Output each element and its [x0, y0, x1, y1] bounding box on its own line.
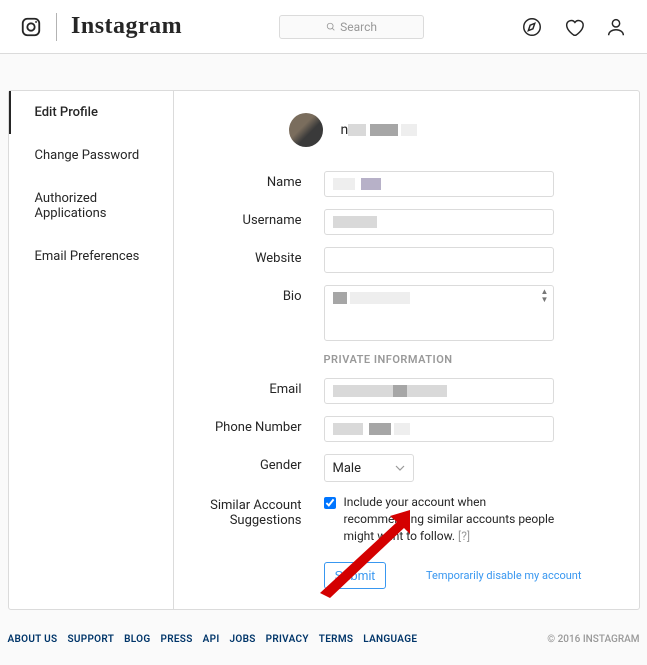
explore-icon[interactable] [521, 16, 543, 38]
phone-label: Phone Number [174, 416, 324, 435]
sidebar-item-email-prefs[interactable]: Email Preferences [9, 235, 173, 278]
website-input[interactable] [324, 247, 554, 273]
search-icon [326, 22, 336, 32]
settings-form: n Name Username Website Bio ▲▼ PRIVATE I… [174, 91, 639, 609]
profile-header: n [289, 113, 599, 147]
sidebar-item-edit-profile[interactable]: Edit Profile [9, 91, 173, 134]
search-wrap: Search [182, 15, 521, 39]
copyright: © 2016 INSTAGRAM [547, 634, 639, 645]
gender-label: Gender [174, 454, 324, 473]
name-prefix: n [341, 122, 349, 138]
footer-link[interactable]: ABOUT US [8, 634, 58, 645]
sidebar-item-change-password[interactable]: Change Password [9, 134, 173, 177]
footer-link[interactable]: LANGUAGE [363, 634, 417, 645]
phone-input[interactable] [324, 416, 554, 442]
logo-block: Instagram [20, 13, 182, 41]
footer: ABOUT US SUPPORT BLOG PRESS API JOBS PRI… [8, 634, 640, 645]
instagram-glyph-icon[interactable] [20, 16, 42, 38]
footer-link[interactable]: PRESS [161, 634, 193, 645]
profile-display-name: n [341, 122, 418, 138]
footer-link[interactable]: JOBS [230, 634, 256, 645]
footer-link[interactable]: BLOG [124, 634, 150, 645]
name-label: Name [174, 171, 324, 190]
profile-icon[interactable] [605, 16, 627, 38]
footer-link[interactable]: TERMS [319, 634, 354, 645]
gender-select[interactable]: Male [324, 454, 414, 482]
similar-accounts-text: Include your account when recommending s… [344, 494, 564, 544]
gender-value: Male [333, 461, 361, 476]
activity-heart-icon[interactable] [563, 16, 585, 38]
bio-textarea[interactable]: ▲▼ [324, 285, 554, 341]
footer-link[interactable]: API [203, 634, 220, 645]
username-label: Username [174, 209, 324, 228]
avatar[interactable] [289, 113, 323, 147]
name-input[interactable] [324, 171, 554, 197]
username-input[interactable] [324, 209, 554, 235]
similar-accounts-checkbox[interactable] [324, 497, 336, 509]
bio-label: Bio [174, 285, 324, 304]
footer-link[interactable]: PRIVACY [266, 634, 309, 645]
search-input[interactable]: Search [279, 15, 424, 39]
footer-link[interactable]: SUPPORT [67, 634, 114, 645]
similar-label: Similar AccountSuggestions [174, 494, 324, 528]
header-actions [521, 16, 627, 38]
wordmark[interactable]: Instagram [71, 13, 182, 40]
sidebar-item-authorized-apps[interactable]: Authorized Applications [9, 177, 173, 235]
settings-panel: Edit Profile Change Password Authorized … [8, 90, 640, 610]
email-label: Email [174, 378, 324, 397]
logo-divider [56, 13, 57, 41]
chevron-down-icon [395, 463, 405, 473]
top-nav: Instagram Search [0, 0, 647, 54]
temporarily-disable-link[interactable]: Temporarily disable my account [426, 569, 582, 582]
submit-button[interactable]: Submit [324, 562, 386, 589]
similar-help-link[interactable]: [?] [458, 529, 470, 543]
footer-links: ABOUT US SUPPORT BLOG PRESS API JOBS PRI… [8, 634, 418, 645]
email-input[interactable] [324, 378, 554, 404]
website-label: Website [174, 247, 324, 266]
search-placeholder: Search [340, 20, 377, 34]
private-info-heading: PRIVATE INFORMATION [324, 353, 599, 366]
settings-sidebar: Edit Profile Change Password Authorized … [9, 91, 174, 609]
